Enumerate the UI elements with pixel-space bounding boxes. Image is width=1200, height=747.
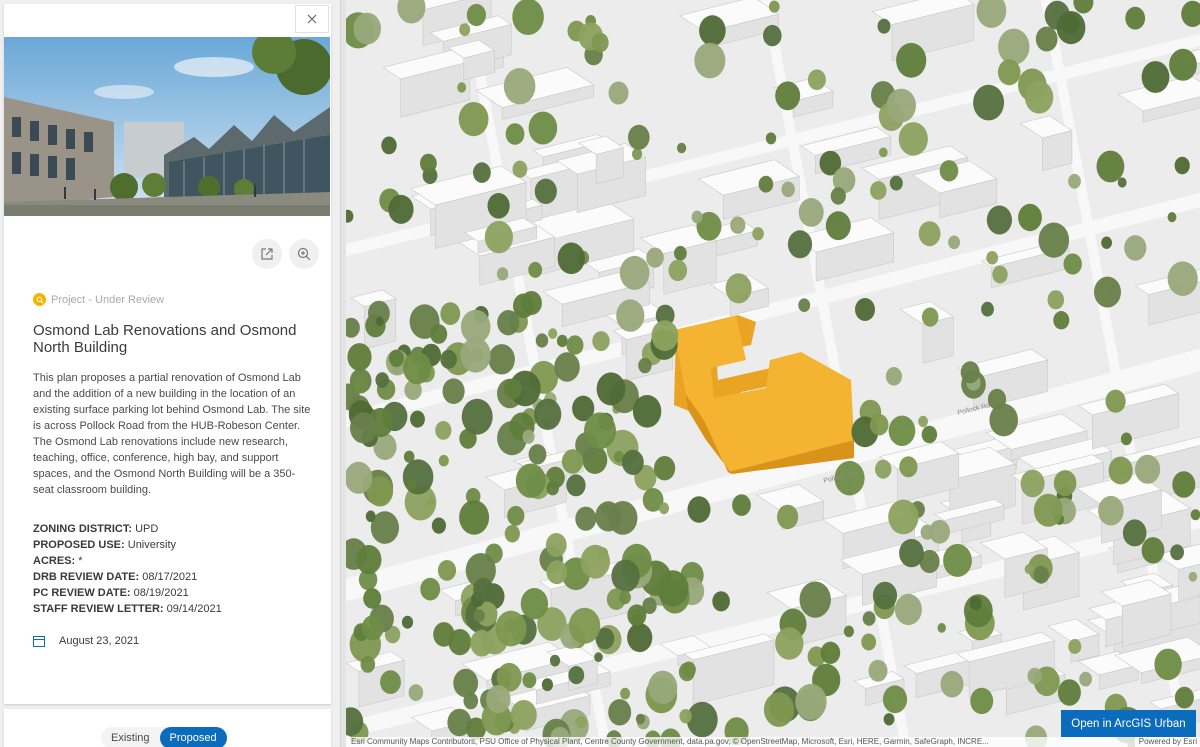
zoom-in-icon <box>297 247 311 261</box>
project-date: August 23, 2021 <box>33 635 139 647</box>
project-status: Project - Under Review <box>33 293 164 306</box>
field-drb-review-date: DRB REVIEW DATE: 08/17/2021 <box>33 571 198 583</box>
powered-by-esri[interactable]: Powered by Esri <box>1134 737 1197 747</box>
search-status-icon <box>33 293 46 306</box>
3d-city-scene[interactable]: Pollock Rd Pollock Rd <box>346 0 1200 747</box>
field-pc-review-date: PC REVIEW DATE: 08/19/2021 <box>33 587 189 599</box>
external-link-icon <box>261 248 273 260</box>
map-attribution: Esri Community Maps Contributors, PSU Of… <box>346 737 1200 747</box>
zoom-to-button[interactable] <box>289 239 319 269</box>
scenario-toggle: Existing Proposed <box>101 727 227 747</box>
field-zoning-district: ZONING DISTRICT: UPD <box>33 523 159 535</box>
project-description: This plan proposes a partial renovation … <box>33 372 311 496</box>
project-image <box>4 37 330 216</box>
scenario-card: Existing Proposed <box>4 709 331 747</box>
toggle-proposed[interactable]: Proposed <box>159 727 227 747</box>
attribution-text: Esri Community Maps Contributors, PSU Of… <box>351 737 989 746</box>
status-label: Project - Under Review <box>51 293 165 306</box>
field-staff-review-letter: STAFF REVIEW LETTER: 09/14/2021 <box>33 603 222 615</box>
project-title: Osmond Lab Renovations and Osmond North … <box>33 322 297 356</box>
project-fields: ZONING DISTRICT: UPD PROPOSED USE: Unive… <box>33 521 323 617</box>
field-proposed-use: PROPOSED USE: University <box>33 539 177 551</box>
calendar-icon <box>33 635 45 647</box>
close-button[interactable] <box>295 5 329 33</box>
open-feature-button[interactable] <box>252 239 282 269</box>
open-in-arcgis-urban-button[interactable]: Open in ArcGIS Urban <box>1061 710 1196 737</box>
close-icon <box>307 14 317 24</box>
field-acres: ACRES: * <box>33 555 83 567</box>
map-view[interactable]: Pollock Rd Pollock Rd <box>346 0 1200 747</box>
date-label: August 23, 2021 <box>59 635 140 647</box>
toggle-existing[interactable]: Existing <box>101 727 160 747</box>
feature-panel: Project - Under Review Osmond Lab Renova… <box>0 0 346 747</box>
